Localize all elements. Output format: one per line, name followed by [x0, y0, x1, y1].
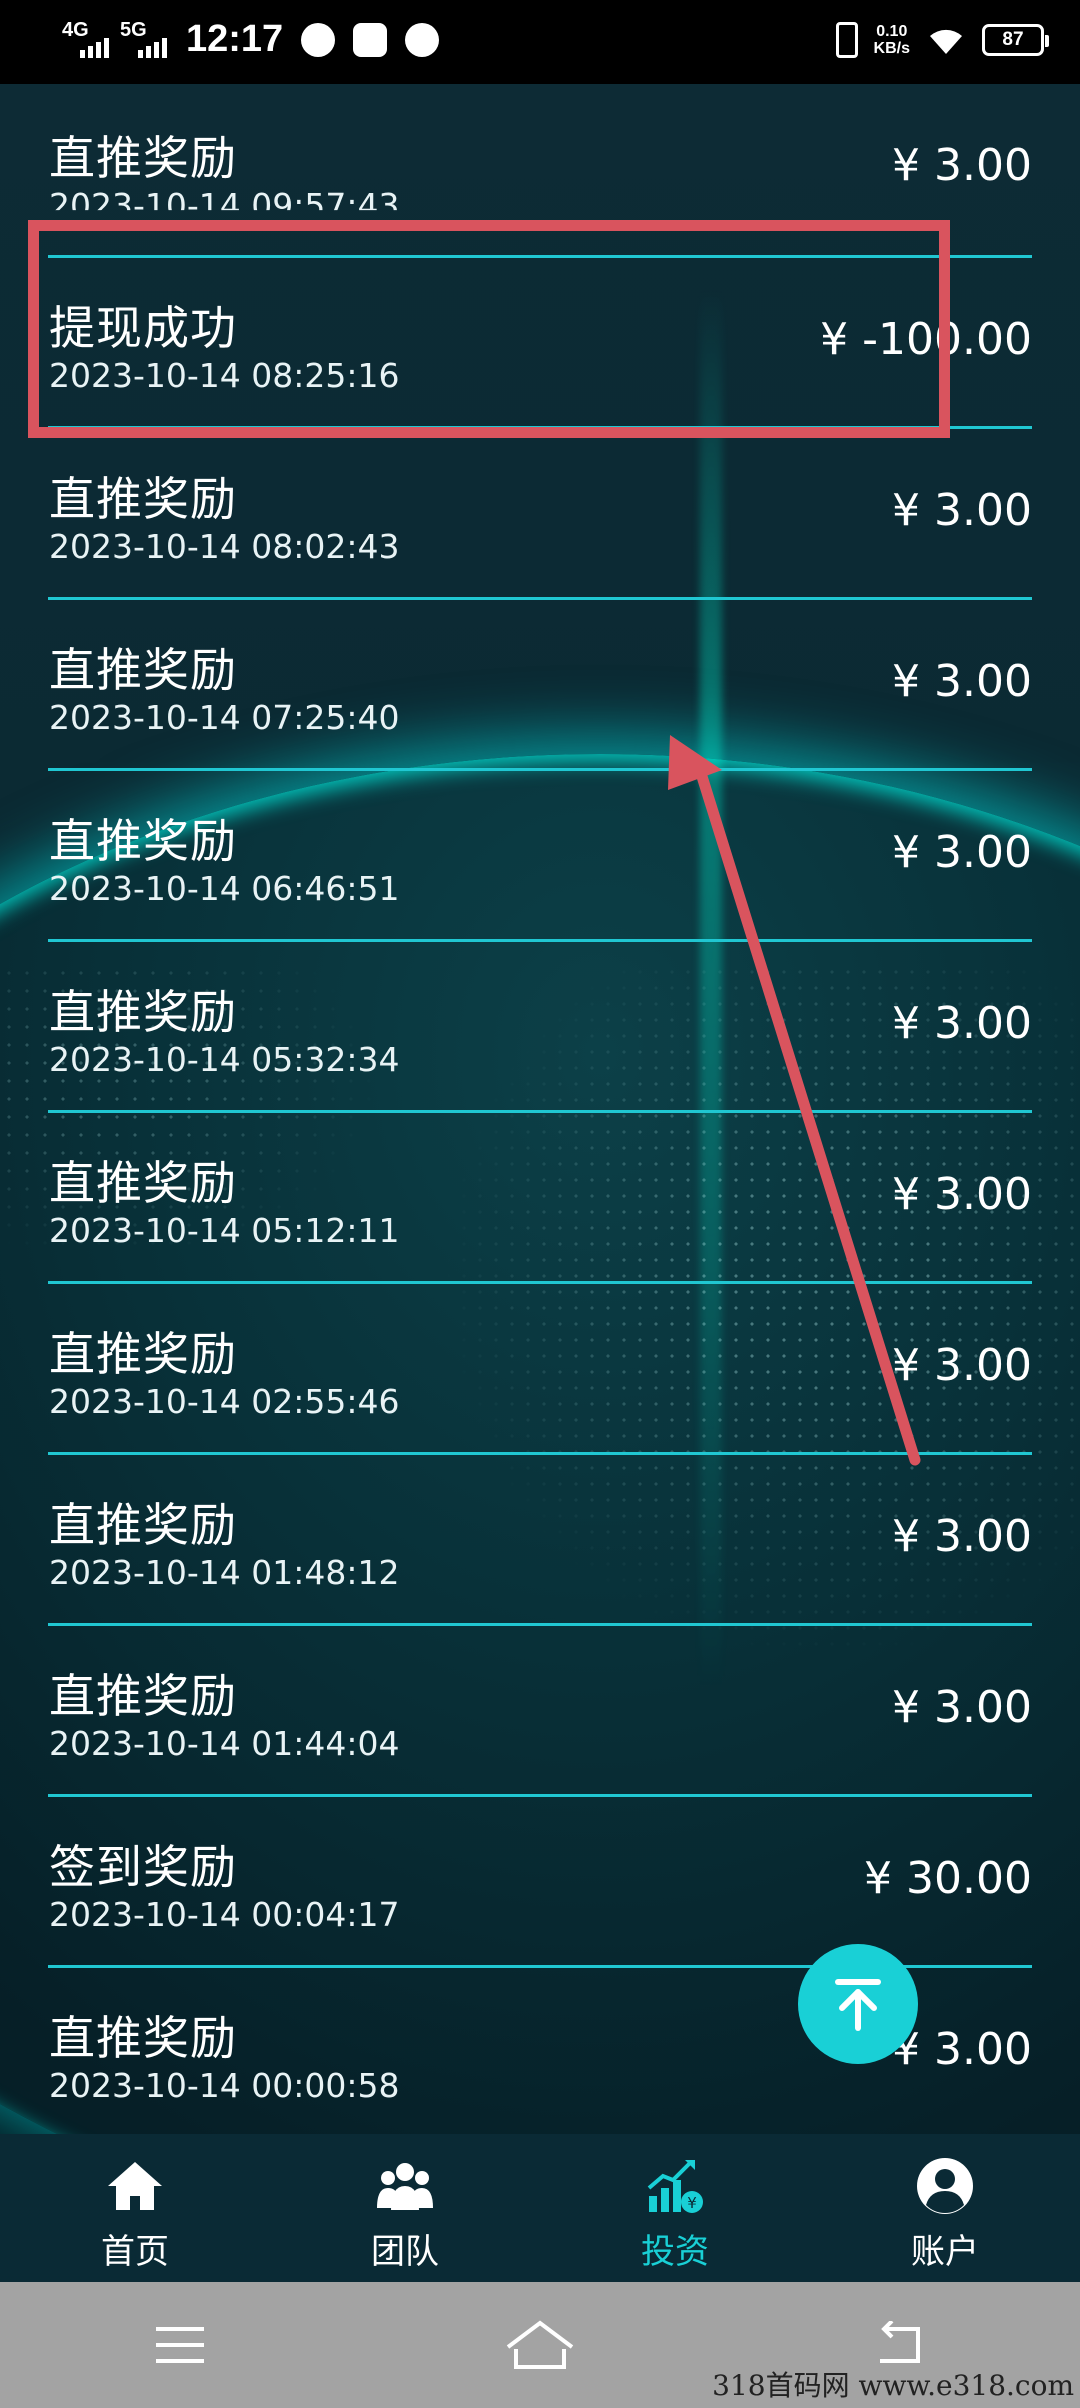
record-date: 2023-10-14 01:44:04 — [49, 1724, 400, 1763]
record-date: 2023-10-14 01:48:12 — [49, 1553, 400, 1592]
record-title: 提现成功 — [49, 301, 237, 355]
record-amount: ¥ 3.00 — [892, 1682, 1032, 1733]
list-item[interactable]: 直推奖励 2023-10-14 05:32:34 ¥ 3.00 — [48, 942, 1032, 1113]
battery-level: 87 — [1002, 29, 1024, 50]
app-notification-icon — [405, 22, 440, 57]
account-icon — [915, 2156, 975, 2216]
record-title: 直推奖励 — [49, 472, 237, 526]
record-date: 2023-10-14 05:12:11 — [49, 1211, 400, 1250]
tab-account-label: 账户 — [911, 2232, 979, 2272]
network-speed: 0.10 KB/s — [874, 23, 910, 57]
record-title: 直推奖励 — [49, 814, 237, 868]
list-item[interactable]: 直推奖励 2023-10-14 02:55:46 ¥ 3.00 — [48, 1284, 1032, 1455]
cellular-4g-icon: 4G — [62, 20, 110, 60]
list-item[interactable]: 签到奖励 2023-10-14 00:04:17 ¥ 30.00 — [48, 1797, 1032, 1968]
home-nav-button[interactable] — [495, 2300, 585, 2390]
status-bar: 4G 5G 12:17 0.10 KB/s 87 — [0, 0, 1080, 84]
record-date: 2023-10-14 05:32:34 — [49, 1040, 400, 1079]
home-outline-icon — [506, 2320, 574, 2369]
tab-team[interactable]: 团队 — [270, 2134, 540, 2282]
network-type-4g: 4G — [62, 18, 89, 41]
record-amount: ¥ 3.00 — [892, 1340, 1032, 1391]
record-amount: ¥ 30.00 — [864, 1853, 1032, 1904]
record-amount: ¥ 3.00 — [892, 485, 1032, 536]
back-to-top-button[interactable] — [798, 1944, 918, 2064]
record-date: 2023-10-14 00:04:17 — [49, 1895, 400, 1934]
record-title: 直推奖励 — [49, 643, 237, 697]
home-icon — [105, 2156, 165, 2216]
battery-icon: 87 — [982, 24, 1049, 56]
svg-text:¥: ¥ — [687, 2194, 697, 2212]
status-time: 12:17 — [186, 18, 284, 60]
team-icon — [375, 2156, 435, 2216]
record-date: 2023-10-14 09:57:43 — [49, 186, 400, 225]
record-date: 2023-10-14 06:46:51 — [49, 869, 400, 908]
list-item[interactable]: 直推奖励 2023-10-14 09:57:43 ¥ 3.00 — [48, 84, 1032, 258]
arrow-up-icon — [835, 1979, 881, 2031]
record-title: 直推奖励 — [49, 131, 237, 185]
record-title: 直推奖励 — [49, 1156, 237, 1210]
list-item[interactable]: 直推奖励 2023-10-14 05:12:11 ¥ 3.00 — [48, 1113, 1032, 1284]
system-nav-bar: 318首码网 www.e318.com — [0, 2282, 1080, 2408]
record-date: 2023-10-14 08:25:16 — [49, 356, 400, 395]
vibrate-icon — [835, 22, 858, 58]
tab-team-label: 团队 — [371, 2232, 439, 2272]
record-amount: ¥ 3.00 — [892, 998, 1032, 1049]
record-title: 直推奖励 — [49, 985, 237, 1039]
record-amount: ¥ 3.00 — [892, 140, 1032, 191]
record-title: 直推奖励 — [49, 1327, 237, 1381]
record-title: 直推奖励 — [49, 1498, 237, 1552]
record-amount: ¥ 3.00 — [892, 1169, 1032, 1220]
record-date: 2023-10-14 00:00:58 — [49, 2066, 400, 2105]
network-speed-value: 0.10 — [876, 23, 908, 40]
tab-home-label: 首页 — [101, 2232, 169, 2272]
list-item[interactable]: 直推奖励 2023-10-14 06:46:51 ¥ 3.00 — [48, 771, 1032, 942]
transaction-list[interactable]: 直推奖励 2023-10-14 09:57:43 ¥ 3.00 提现成功 2023-10… — [0, 84, 1080, 2139]
record-amount: ¥ 3.00 — [892, 1511, 1032, 1562]
list-item[interactable]: 直推奖励 2023-10-14 07:25:40 ¥ 3.00 — [48, 600, 1032, 771]
record-amount: ¥ 3.00 — [892, 2024, 1032, 2075]
record-date: 2023-10-14 02:55:46 — [49, 1382, 400, 1421]
tab-invest[interactable]: ¥ 投资 — [540, 2134, 810, 2282]
record-date: 2023-10-14 08:02:43 — [49, 527, 400, 566]
record-title: 直推奖励 — [49, 2011, 237, 2065]
record-amount: ¥ 3.00 — [892, 827, 1032, 878]
menu-nav-button[interactable] — [135, 2300, 225, 2390]
tab-invest-label: 投资 — [641, 2232, 709, 2272]
record-title: 签到奖励 — [49, 1840, 237, 1894]
tab-account[interactable]: 账户 — [810, 2134, 1080, 2282]
watermark: 318首码网 www.e318.com — [712, 2369, 1074, 2402]
record-amount: ¥ -100.00 — [820, 314, 1032, 365]
invest-chart-icon: ¥ — [645, 2156, 705, 2216]
list-item[interactable]: 提现成功 2023-10-14 08:25:16 ¥ -100.00 — [48, 258, 1032, 429]
menu-icon — [156, 2327, 204, 2363]
cellular-5g-icon: 5G — [120, 20, 168, 60]
record-title: 直推奖励 — [49, 1669, 237, 1723]
wifi-icon — [930, 29, 962, 54]
list-item[interactable]: 直推奖励 2023-10-14 01:44:04 ¥ 3.00 — [48, 1626, 1032, 1797]
video-app-icon — [353, 22, 388, 57]
back-icon — [880, 2321, 920, 2363]
list-item[interactable]: 直推奖励 2023-10-14 01:48:12 ¥ 3.00 — [48, 1455, 1032, 1626]
list-item[interactable]: 直推奖励 2023-10-14 08:02:43 ¥ 3.00 — [48, 429, 1032, 600]
network-speed-unit: KB/s — [873, 40, 910, 57]
record-amount: ¥ 3.00 — [892, 656, 1032, 707]
tab-home[interactable]: 首页 — [0, 2134, 270, 2282]
record-date: 2023-10-14 07:25:40 — [49, 698, 400, 737]
bottom-tab-bar: 首页 团队 ¥ 投资 账户 — [0, 2134, 1080, 2282]
network-type-5g: 5G — [120, 18, 147, 41]
qq-icon — [301, 22, 336, 57]
